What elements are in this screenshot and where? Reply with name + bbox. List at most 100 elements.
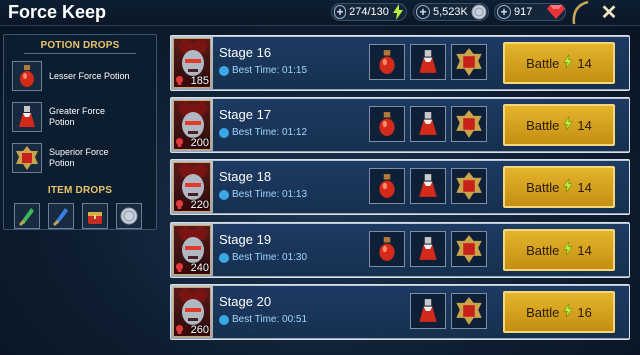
superior-force-potion-icon[interactable] xyxy=(451,293,487,329)
energy-cost: 14 xyxy=(577,55,592,71)
divider xyxy=(24,53,136,54)
greater-force-potion-icon[interactable] xyxy=(410,106,446,142)
energy-cost: 16 xyxy=(577,304,592,320)
clock-icon xyxy=(219,65,229,76)
superior-force-potion-icon[interactable] xyxy=(451,231,487,267)
best-time: Best Time: 01:13 xyxy=(219,189,307,200)
silver-coin-icon[interactable] xyxy=(116,203,142,229)
battle-button[interactable]: Battle 14 xyxy=(503,166,615,208)
stage-name: Stage 20 xyxy=(219,294,272,309)
boss-portrait: 220 xyxy=(173,162,211,212)
best-time-label: Best Time: xyxy=(232,65,280,76)
stage-panel: Stage 16 Best Time: 01:15 Battle 14 xyxy=(213,37,629,89)
skull-icon xyxy=(175,138,184,147)
potion-item-lesser[interactable]: Lesser Force Potion xyxy=(12,59,152,93)
silver-value: 5,523K xyxy=(433,6,468,18)
add-gems-button[interactable]: + xyxy=(497,5,511,19)
add-energy-button[interactable]: + xyxy=(334,5,347,19)
item-drops-title: ITEM DROPS xyxy=(47,185,113,196)
stage-row-16[interactable]: 185 Stage 16 Best Time: 01:15 Battle 14 xyxy=(170,35,630,91)
energy-counter[interactable]: + 274/130 xyxy=(331,3,407,21)
best-time-label: Best Time: xyxy=(232,127,280,138)
best-time-value: 01:15 xyxy=(282,65,308,76)
lesser-force-potion-icon[interactable] xyxy=(369,168,405,204)
best-time-label: Best Time: xyxy=(232,189,280,200)
battle-button[interactable]: Battle 14 xyxy=(503,229,615,271)
superior-force-potion-icon[interactable] xyxy=(451,44,487,80)
energy-value: 274/130 xyxy=(349,6,389,18)
energy-bolt-icon xyxy=(563,178,574,196)
potion-label: Lesser Force Potion xyxy=(49,70,130,81)
gems-counter[interactable]: + 917 xyxy=(494,3,566,21)
boss-portrait: 185 xyxy=(173,38,211,88)
superior-force-potion-icon[interactable] xyxy=(451,106,487,142)
boss-portrait: 200 xyxy=(173,100,211,150)
stage-name: Stage 18 xyxy=(219,169,272,184)
stage-row-18[interactable]: 220 Stage 18 Best Time: 01:13 Battle 14 xyxy=(170,159,630,215)
energy-cost: 14 xyxy=(577,117,592,133)
potion-label: Greater Force Potion xyxy=(49,106,106,127)
boss-level: 240 xyxy=(190,262,209,274)
close-button[interactable]: ✕ xyxy=(598,2,620,24)
superior-force-potion-icon xyxy=(12,143,42,173)
potion-drops-title: POTION DROPS xyxy=(40,40,120,51)
energy-cost: 14 xyxy=(577,242,592,258)
greater-force-potion-icon[interactable] xyxy=(410,44,446,80)
blue-artifact-icon[interactable] xyxy=(48,203,74,229)
energy-bolt-icon xyxy=(563,241,574,259)
potion-label: Superior Force Potion xyxy=(49,147,109,168)
best-time-value: 01:30 xyxy=(282,252,308,263)
battle-label: Battle xyxy=(526,179,560,195)
skull-icon xyxy=(175,76,184,85)
boss-level: 185 xyxy=(190,75,209,87)
superior-force-potion-icon[interactable] xyxy=(451,168,487,204)
top-bar: Force Keep + 274/130 + 5,523K + 917 ✕ xyxy=(0,0,640,26)
battle-label: Battle xyxy=(526,117,560,133)
lesser-force-potion-icon[interactable] xyxy=(369,231,405,267)
battle-button[interactable]: Battle 16 xyxy=(503,291,615,333)
best-time: Best Time: 00:51 xyxy=(219,314,307,325)
drops-panel: POTION DROPS Lesser Force Potion Greater… xyxy=(3,34,157,230)
stage-row-19[interactable]: 240 Stage 19 Best Time: 01:30 Battle 14 xyxy=(170,222,630,278)
boss-level: 220 xyxy=(190,199,209,211)
clock-icon xyxy=(219,127,229,138)
stage-name: Stage 19 xyxy=(219,232,272,247)
lesser-force-potion-icon[interactable] xyxy=(369,44,405,80)
ruby-gem-icon xyxy=(547,3,565,21)
skull-icon xyxy=(175,200,184,209)
best-time-value: 01:12 xyxy=(282,127,308,138)
stage-panel: Stage 18 Best Time: 01:13 Battle 14 xyxy=(213,161,629,213)
add-silver-button[interactable]: + xyxy=(416,5,430,19)
best-time: Best Time: 01:30 xyxy=(219,252,307,263)
scroll-hook-icon xyxy=(568,0,594,26)
skull-icon xyxy=(175,263,184,272)
clock-icon xyxy=(219,189,229,200)
chest-icon[interactable] xyxy=(82,203,108,229)
stage-row-17[interactable]: 200 Stage 17 Best Time: 01:12 Battle 14 xyxy=(170,97,630,153)
best-time-value: 01:13 xyxy=(282,189,308,200)
silver-counter[interactable]: + 5,523K xyxy=(413,3,489,21)
battle-label: Battle xyxy=(526,304,560,320)
gems-value: 917 xyxy=(514,6,533,18)
best-time: Best Time: 01:12 xyxy=(219,127,307,138)
greater-force-potion-icon xyxy=(12,102,42,132)
page-title: Force Keep xyxy=(8,2,107,22)
greater-force-potion-icon[interactable] xyxy=(410,168,446,204)
stage-panel: Stage 17 Best Time: 01:12 Battle 14 xyxy=(213,99,629,151)
greater-force-potion-icon[interactable] xyxy=(410,231,446,267)
potion-item-superior[interactable]: Superior Force Potion xyxy=(12,141,152,175)
energy-cost: 14 xyxy=(577,179,592,195)
battle-button[interactable]: Battle 14 xyxy=(503,42,615,84)
potion-item-greater[interactable]: Greater Force Potion xyxy=(12,100,152,134)
greater-force-potion-icon[interactable] xyxy=(410,293,446,329)
stage-panel: Stage 20 Best Time: 00:51 Battle 16 xyxy=(213,286,629,338)
green-artifact-icon[interactable] xyxy=(14,203,40,229)
lesser-force-potion-icon[interactable] xyxy=(369,106,405,142)
best-time: Best Time: 01:15 xyxy=(219,65,307,76)
battle-label: Battle xyxy=(526,55,560,71)
stage-row-20[interactable]: 260 Stage 20 Best Time: 00:51 Battle 16 xyxy=(170,284,630,340)
battle-button[interactable]: Battle 14 xyxy=(503,104,615,146)
lesser-force-potion-icon xyxy=(12,61,42,91)
boss-level: 260 xyxy=(190,324,209,336)
boss-portrait: 260 xyxy=(173,287,211,337)
